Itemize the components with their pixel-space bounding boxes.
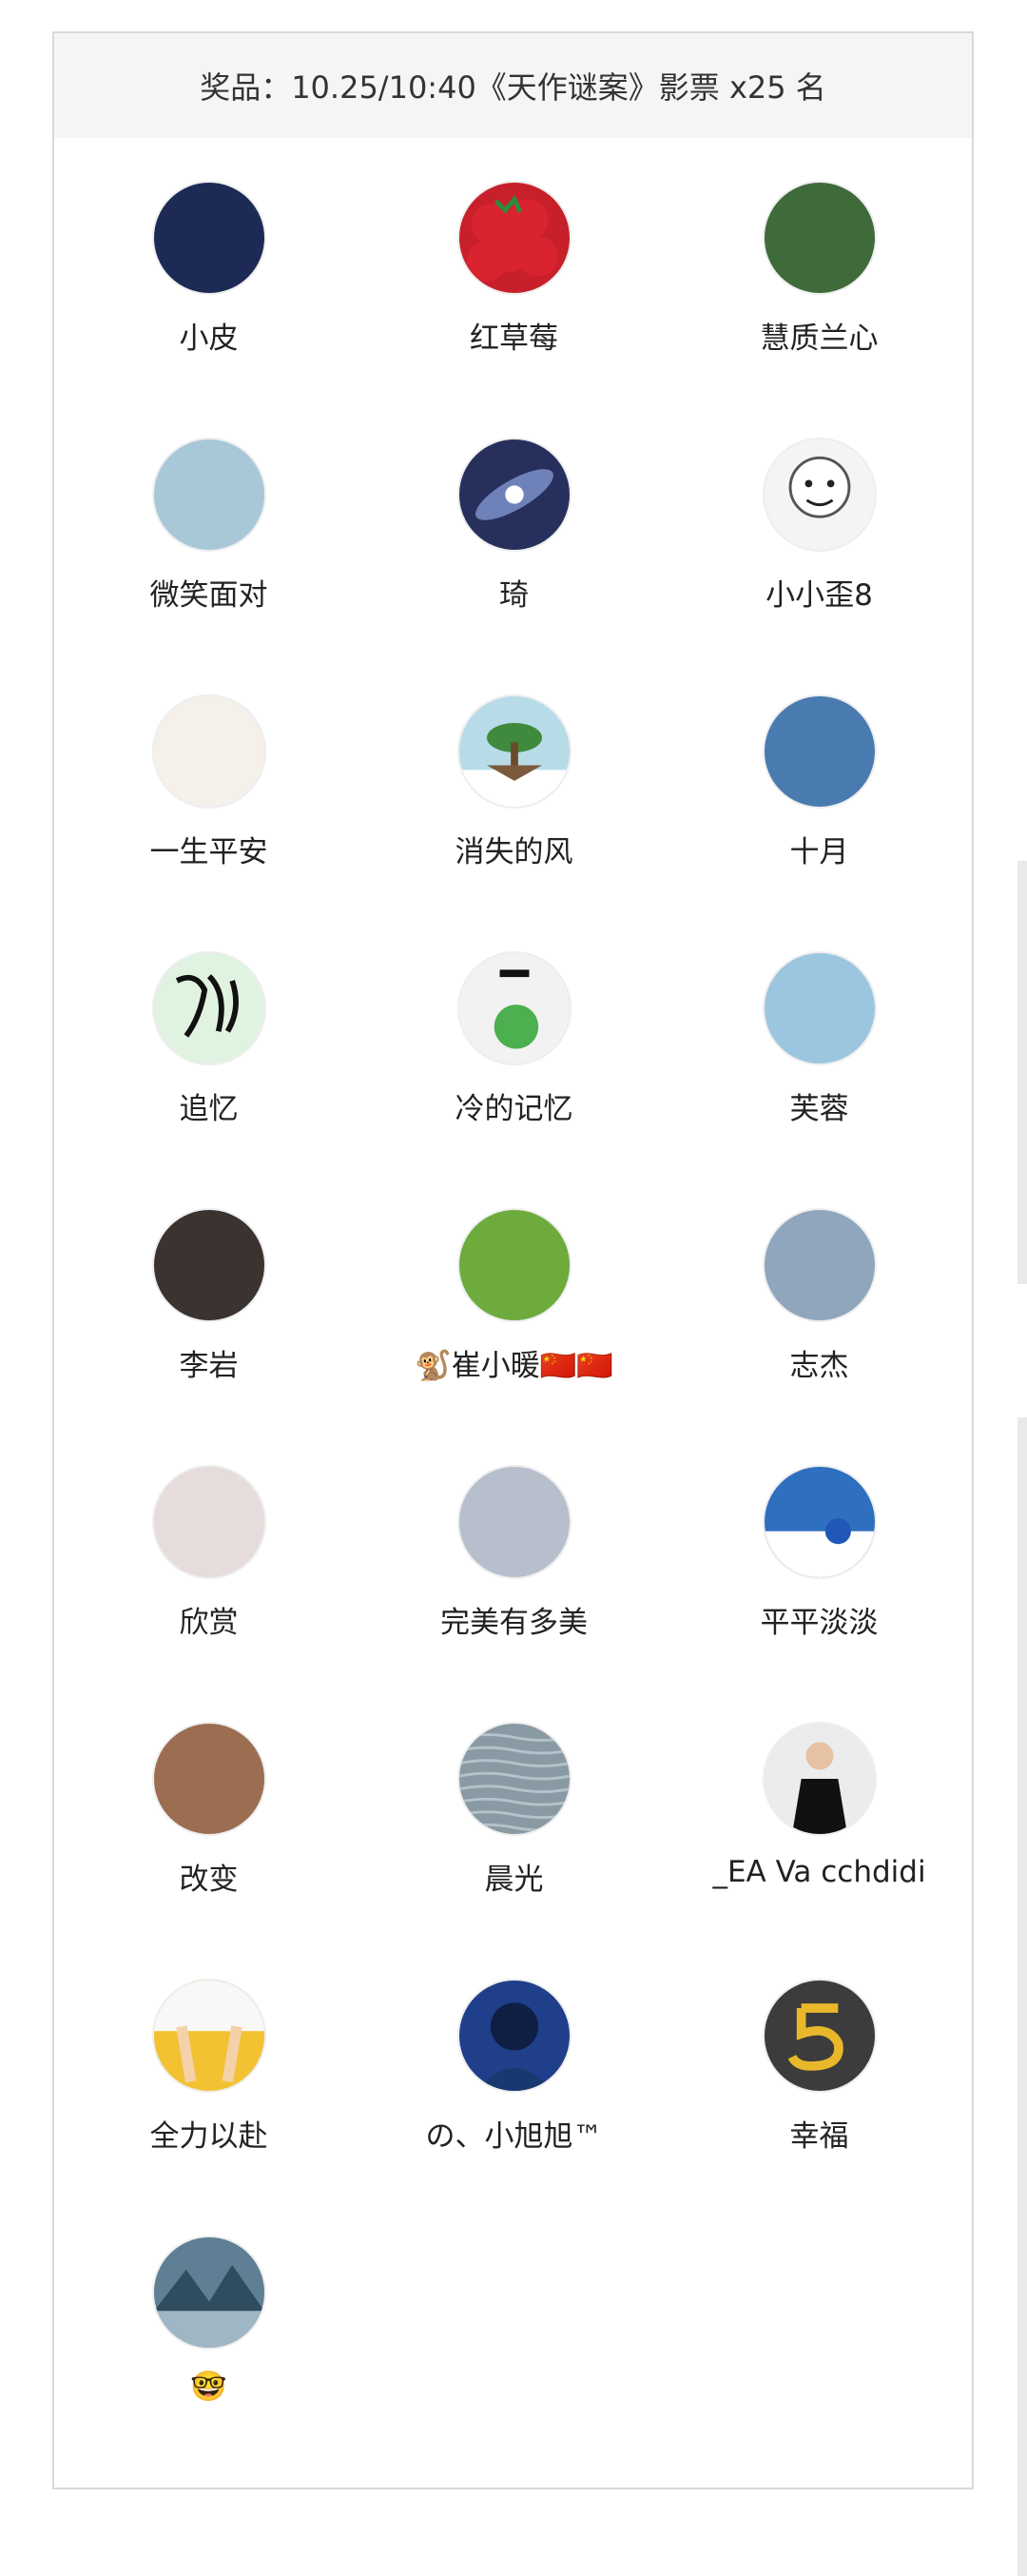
winner-item[interactable]: 全力以赴 [56,1936,361,2193]
winner-name: 改变 [179,1863,239,1897]
winner-item[interactable]: 幸福 [667,1936,972,2193]
green-apple-avatar[interactable] [456,951,572,1065]
winner-item[interactable]: 冷的记忆 [361,908,667,1165]
meme-face-avatar[interactable] [762,438,877,552]
number-five-road-avatar[interactable] [762,1979,877,2093]
winners-grid: 小皮 红草莓 慧质兰心微笑面对 琦 小小歪8 一生平安 消失的风 十月追忆 冷的记忆 芙蓉李岩 🐒崔… [54,138,972,2449]
woman-portrait-avatar[interactable] [151,1722,266,1836]
acrobat-figure-avatar[interactable] [151,694,266,809]
winner-name: 冷的记忆 [455,1092,573,1126]
winner-item[interactable]: 一生平安 [56,652,361,908]
scrollbar-track-upper[interactable] [1017,861,1027,1284]
floating-island-tree-avatar[interactable] [456,694,572,809]
winner-item[interactable]: 芙蓉 [667,908,972,1165]
child-portrait-avatar[interactable] [151,1208,266,1322]
winner-name: 欣赏 [179,1606,239,1640]
winner-name: 十月 [789,835,849,869]
winner-item[interactable]: 改变 [56,1679,361,1936]
winners-card: 奖品：10.25/10:40《天作谜案》影票 x25 名 小皮 红草莓 慧质兰心微笑… [52,31,974,2489]
winner-name: 完美有多美 [440,1606,588,1640]
winner-item[interactable]: 琦 [361,395,667,652]
winner-name: 红草莓 [470,322,558,356]
prize-header: 奖品：10.25/10:40《天作谜案》影票 x25 名 [54,33,972,138]
winner-name: 微笑面对 [149,578,268,613]
winner-name: 志杰 [789,1349,849,1383]
winner-item[interactable]: 🤓 [56,2193,361,2449]
mountain-lake-avatar[interactable] [151,2235,266,2350]
winner-item[interactable]: 追忆 [56,908,361,1165]
winner-name: の、小旭旭™ [425,2119,603,2154]
winner-name: 李岩 [179,1349,239,1383]
pink-flowers-avatar[interactable] [151,1465,266,1579]
woman-with-flowers-avatar[interactable] [762,181,877,295]
prize-label: 奖品：10.25/10:40《天作谜案》影票 x25 名 [200,69,826,106]
winner-name: 慧质兰心 [760,322,879,356]
winner-item[interactable]: 红草莓 [361,138,667,395]
calligraphy-fu-avatar[interactable] [151,951,266,1065]
winner-item[interactable]: 志杰 [667,1165,972,1422]
girl-portrait-avatar[interactable] [456,1465,572,1579]
winner-item[interactable]: 🐒崔小暖🇨🇳🇨🇳 [361,1165,667,1422]
winner-name: 🤓 [190,2370,227,2404]
winner-name: 晨光 [484,1863,544,1897]
woman-at-beach-avatar[interactable] [762,951,877,1065]
winner-item[interactable]: _EA Va cchdidi [667,1679,972,1936]
winner-item[interactable]: 李岩 [56,1165,361,1422]
scrollbar-track-lower[interactable] [1017,1417,1027,2576]
group-photo-avatar[interactable] [762,1208,877,1322]
winner-item[interactable]: の、小旭旭™ [361,1936,667,2193]
winner-name: _EA Va cchdidi [712,1855,926,1889]
person-on-grass-avatar[interactable] [456,1208,572,1322]
waterfront-city-avatar[interactable] [762,694,877,809]
strawberries-avatar[interactable] [456,181,572,295]
winner-item[interactable]: 小小歪8 [667,395,972,652]
person-in-landscape-avatar[interactable] [151,438,266,552]
winner-name: 平平淡淡 [760,1606,879,1640]
water-surface-avatar[interactable] [456,1722,572,1836]
winner-item[interactable]: 慧质兰心 [667,138,972,395]
winner-item[interactable]: 欣赏 [56,1422,361,1679]
man-in-suit-avatar[interactable] [762,1722,877,1836]
winner-name: 芙蓉 [789,1092,849,1126]
winner-name: 🐒崔小暖🇨🇳🇨🇳 [415,1349,613,1383]
winner-name: 小皮 [179,322,239,356]
winner-name: 幸福 [789,2119,849,2154]
hooded-figure-avatar[interactable] [456,1979,572,2093]
galaxy-avatar[interactable] [456,438,572,552]
raised-hands-avatar[interactable] [151,1979,266,2093]
winner-name: 琦 [499,578,529,613]
winner-name: 一生平安 [149,835,268,869]
winner-item[interactable]: 平平淡淡 [667,1422,972,1679]
dark-blue-abstract-avatar[interactable] [151,181,266,295]
winner-name: 消失的风 [455,835,573,869]
winner-item[interactable]: 十月 [667,652,972,908]
santorini-sea-avatar[interactable] [762,1465,877,1579]
winner-item[interactable]: 消失的风 [361,652,667,908]
winner-item[interactable]: 完美有多美 [361,1422,667,1679]
winner-item[interactable]: 小皮 [56,138,361,395]
winner-name: 追忆 [179,1092,239,1126]
winner-name: 全力以赴 [149,2119,268,2154]
winner-item[interactable]: 微笑面对 [56,395,361,652]
winner-item[interactable]: 晨光 [361,1679,667,1936]
winner-name: 小小歪8 [765,578,873,613]
